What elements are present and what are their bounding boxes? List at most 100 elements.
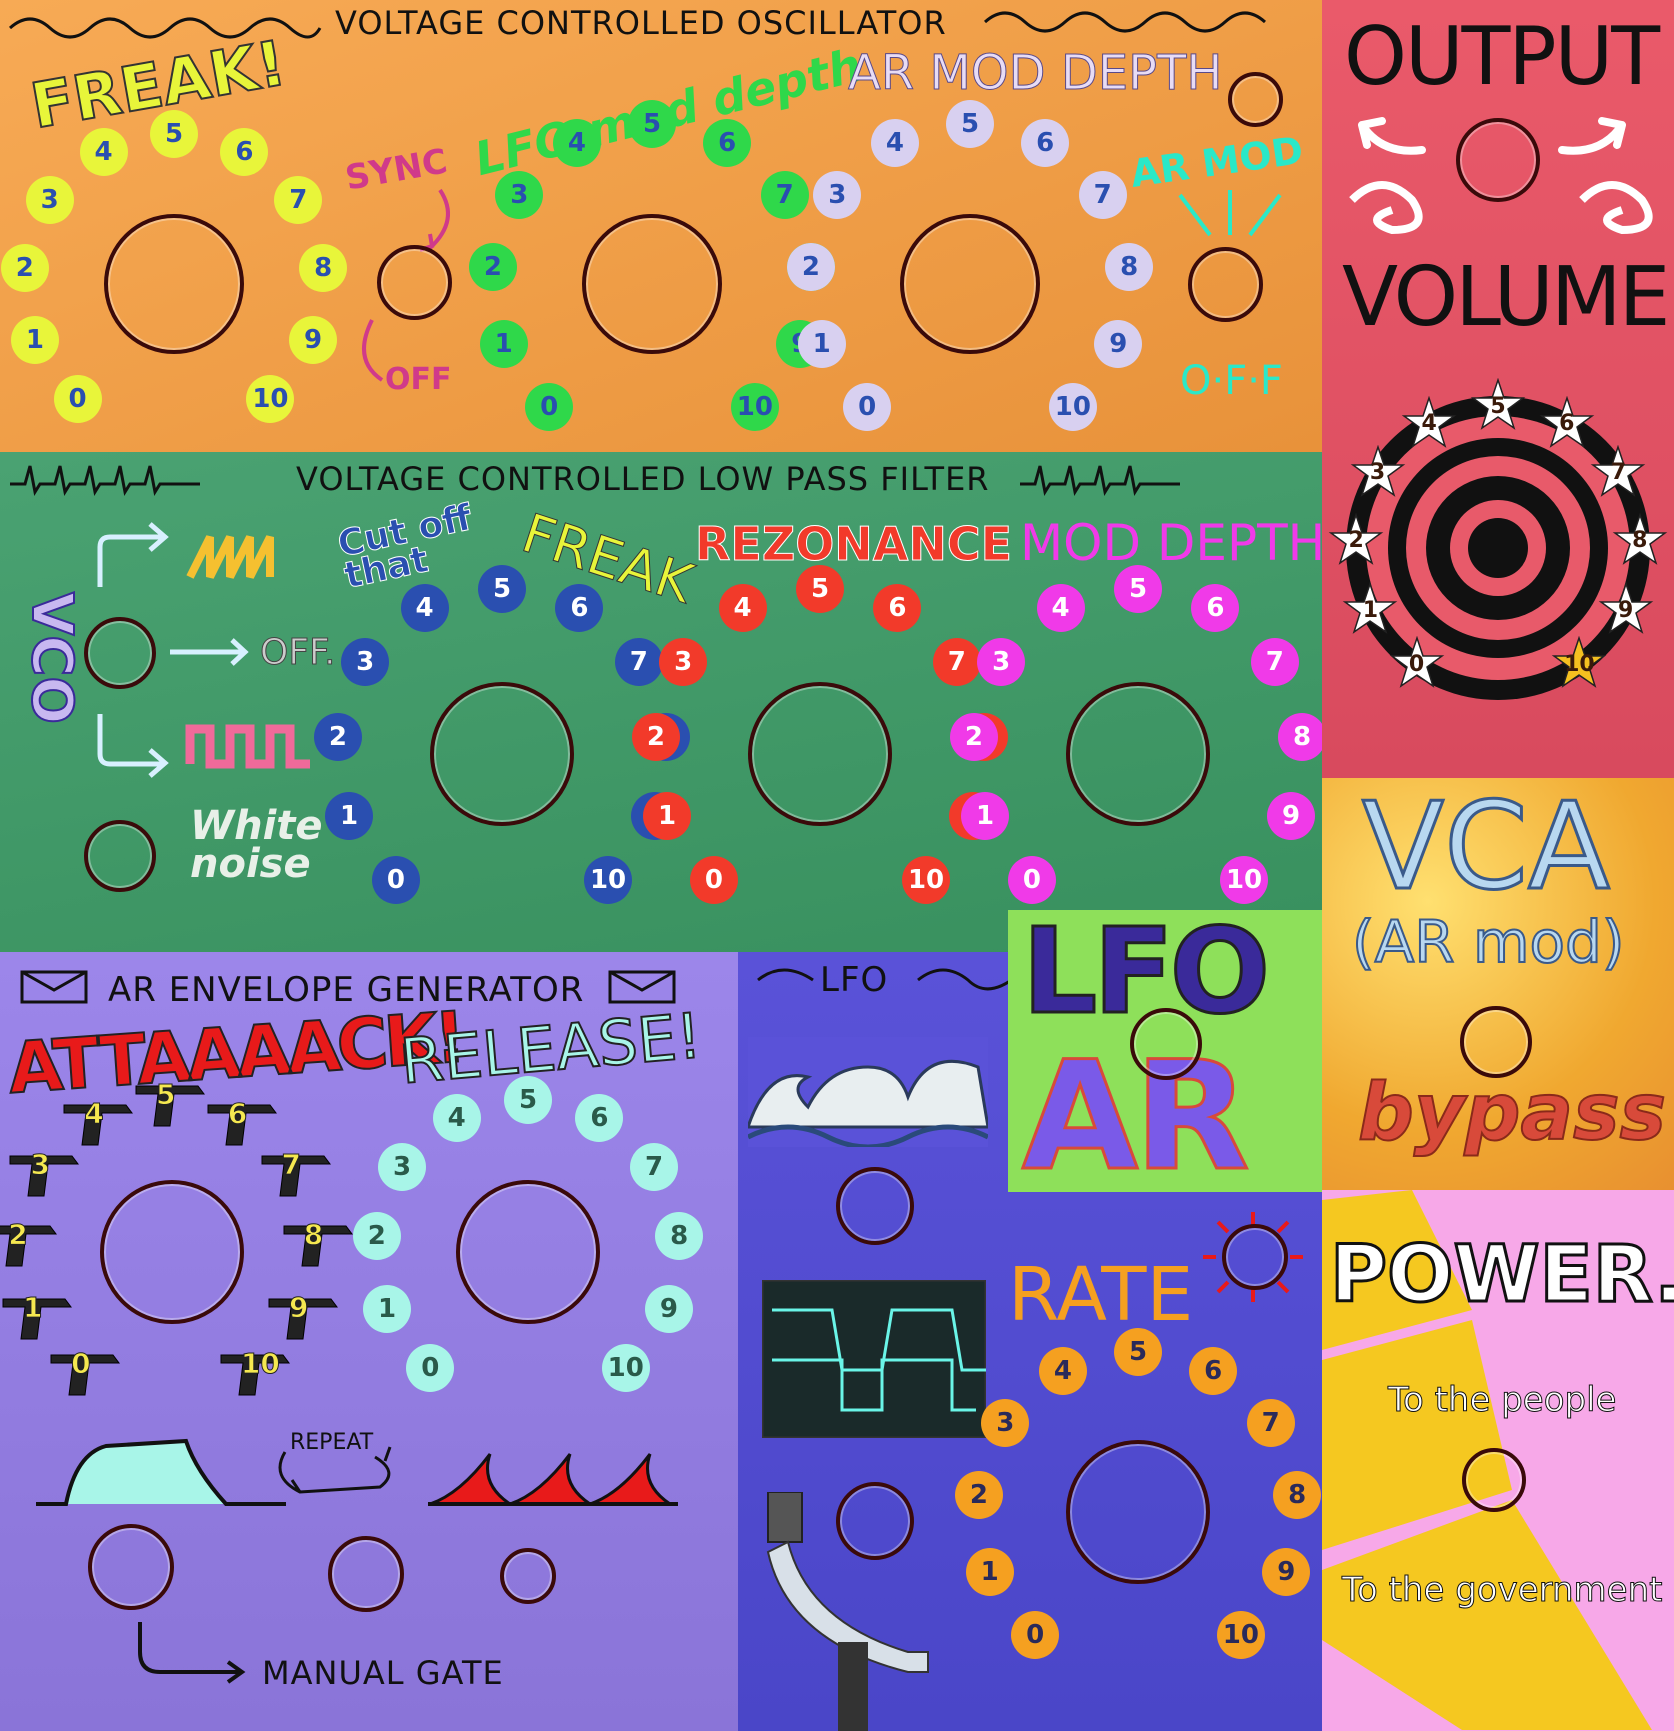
dial-number-7: 7 — [614, 637, 663, 686]
volume-star-2: 2 — [1328, 512, 1384, 569]
power-people-label: To the people — [1387, 1380, 1617, 1421]
output-panel: OUTPUT VOLUME 0 1 2 3 4 5 6 7 8 9 10 — [1322, 0, 1674, 778]
dial-number-10: 10 — [246, 374, 295, 423]
dial-number-4: 4 — [432, 1093, 481, 1142]
dial-number-4: 4 — [552, 118, 601, 167]
dial-number-2: 2 — [786, 243, 835, 292]
dial-number-2: 2 — [954, 1471, 1003, 1520]
dial-number-6: 6 — [703, 118, 752, 167]
dial-number-9: 9 — [1266, 791, 1315, 840]
volume-star-6: 6 — [1539, 395, 1595, 452]
dial-number-5: 5 — [1114, 565, 1162, 613]
manual-gate-label: MANUAL GATE — [262, 1654, 504, 1692]
dial-number-1: 1 — [961, 791, 1009, 840]
dial-number-7: 7 — [1250, 637, 1299, 686]
dial-number-4: 4 — [79, 127, 128, 176]
volume-star-10: 10 — [1551, 636, 1607, 692]
volume-star-scale: 0 1 2 3 4 5 6 7 8 9 10 — [1322, 378, 1674, 740]
power-government-label: To the government — [1341, 1570, 1663, 1611]
dial-number-0: 0 — [371, 856, 420, 905]
attack-gun-number-7: 7 — [258, 1146, 338, 1202]
vco-top-jack[interactable] — [1228, 72, 1283, 127]
dial-number-5: 5 — [946, 100, 994, 148]
manual-gate-button[interactable] — [500, 1548, 556, 1604]
waveform-selector-switch[interactable] — [84, 617, 156, 689]
dial-number-0: 0 — [689, 856, 738, 905]
dial-number-9: 9 — [289, 316, 338, 365]
release-knob[interactable] — [456, 1180, 600, 1324]
dial-number-6: 6 — [1021, 118, 1070, 167]
dial-number-6: 6 — [575, 1093, 624, 1142]
output-jack[interactable] — [1456, 118, 1540, 202]
attack-gun-number-8: 8 — [280, 1216, 360, 1272]
vcf-freak-label: FREAK — [514, 501, 701, 616]
dial-number-7: 7 — [1078, 170, 1127, 219]
dial-number-2: 2 — [631, 712, 680, 761]
volume-star-4: 4 — [1401, 395, 1457, 452]
lfo-output-jack[interactable] — [836, 1167, 914, 1245]
dial-number-2: 2 — [313, 712, 362, 761]
dial-number-5: 5 — [1114, 1328, 1162, 1376]
volume-star-5: 5 — [1470, 378, 1526, 434]
dial-number-2: 2 — [468, 243, 517, 292]
lfo-ar-select-switch[interactable] — [1130, 1008, 1202, 1080]
dial-number-6: 6 — [1191, 584, 1240, 633]
vcf-mod-depth-knob[interactable] — [1066, 682, 1210, 826]
attack-gun-number-0: 0 — [47, 1345, 127, 1401]
lfo-sync-jack[interactable] — [1222, 1224, 1288, 1290]
dial-number-0: 0 — [53, 374, 102, 423]
dial-number-9: 9 — [1094, 319, 1143, 368]
repeat-switch[interactable] — [328, 1536, 404, 1612]
attack-gun-number-10: 10 — [217, 1345, 297, 1401]
dial-number-4: 4 — [400, 584, 449, 633]
vca-subtitle: (AR mod) — [1351, 907, 1625, 977]
dial-number-5: 5 — [150, 110, 198, 158]
ar-mod-jack[interactable] — [1188, 247, 1263, 322]
dial-number-6: 6 — [1189, 1346, 1238, 1395]
volume-star-3: 3 — [1350, 444, 1406, 501]
dial-number-5: 5 — [796, 565, 844, 613]
cutoff-knob[interactable] — [430, 682, 574, 826]
dial-number-4: 4 — [870, 118, 919, 167]
ar-mod-depth-knob[interactable] — [900, 214, 1040, 354]
dial-number-10: 10 — [601, 1344, 650, 1393]
vca-title: VCA — [1361, 778, 1612, 919]
dial-number-0: 0 — [525, 382, 574, 431]
manual-gate-arrow — [138, 1622, 246, 1684]
lfo-reset-jack[interactable] — [836, 1482, 914, 1560]
volume-star-9: 9 — [1598, 582, 1654, 638]
dial-number-1: 1 — [643, 791, 691, 840]
lfo-mod-depth-knob[interactable] — [582, 214, 722, 354]
dial-number-5: 5 — [628, 100, 676, 148]
dial-number-1: 1 — [325, 791, 373, 840]
attack-gun-number-5: 5 — [132, 1076, 212, 1132]
dial-number-5: 5 — [504, 1076, 552, 1124]
dial-number-10: 10 — [584, 856, 633, 905]
dial-number-8: 8 — [655, 1212, 704, 1261]
dial-number-8: 8 — [1273, 1471, 1322, 1520]
rate-knob[interactable] — [1066, 1440, 1210, 1584]
sync-jack[interactable] — [377, 245, 452, 320]
dial-number-1: 1 — [10, 316, 59, 365]
attack-gun-number-1: 1 — [0, 1289, 79, 1345]
dial-number-5: 5 — [478, 565, 526, 613]
resonance-label: REZONANCE — [694, 517, 1013, 572]
dial-number-4: 4 — [1038, 1346, 1087, 1395]
vcf-title: VOLTAGE CONTROLLED LOW PASS FILTER — [296, 460, 990, 498]
attack-gun-scale: 0 1 2 3 4 5 6 7 8 9 10 — [0, 952, 400, 1396]
volume-star-7: 7 — [1590, 444, 1646, 501]
vca-bypass-label: bypass — [1357, 1067, 1667, 1159]
dial-number-1: 1 — [479, 319, 528, 368]
lfo-ar-panel: LFO AR — [1008, 910, 1322, 1192]
dial-number-7: 7 — [1246, 1398, 1295, 1447]
dial-number-3: 3 — [25, 176, 74, 225]
dial-number-3: 3 — [377, 1143, 426, 1191]
power-switch[interactable] — [1462, 1448, 1526, 1512]
vcf-mod-depth-label: MOD DEPTH — [1020, 514, 1322, 572]
resonance-knob[interactable] — [748, 682, 892, 826]
dial-number-7: 7 — [760, 170, 809, 219]
vco-freak-knob[interactable] — [104, 214, 244, 354]
volume-star-8: 8 — [1612, 512, 1668, 569]
noise-jack[interactable] — [84, 820, 156, 892]
envelope-output-jack[interactable] — [88, 1524, 174, 1610]
